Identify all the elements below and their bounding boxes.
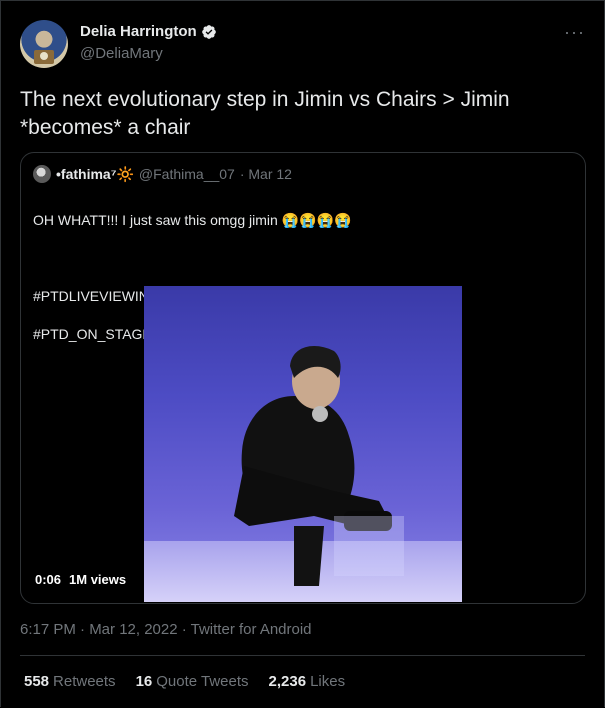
author-name-row: Delia Harrington [80, 23, 217, 40]
video-frame-illustration [144, 346, 462, 602]
quoted-tweet-text: OH WHATT!!! I just saw this omgg jimin 😭… [33, 212, 352, 228]
stats-divider-top [20, 655, 585, 656]
quote-tweets-label: Quote Tweets [156, 673, 249, 690]
video-info: 0:06 1M views [35, 572, 126, 587]
author-name[interactable]: Delia Harrington [80, 23, 197, 40]
tweet-header: Delia Harrington @DeliaMary ··· [20, 20, 591, 68]
video-views: 1M views [69, 572, 127, 587]
retweets-count: 558 [24, 673, 50, 690]
avatar-seal [40, 52, 48, 60]
retweets-stat[interactable]: 558 Retweets [24, 673, 116, 690]
quoted-tweet-header: •fathima⁷🔆 @Fathima__07 · Mar 12 [33, 165, 292, 183]
author-handle[interactable]: @DeliaMary [80, 45, 163, 62]
quoted-author-handle[interactable]: @Fathima__07 [139, 166, 235, 182]
quoted-tweet-date[interactable]: · Mar 12 [240, 166, 292, 182]
likes-stat[interactable]: 2,236 Likes [269, 673, 346, 690]
quoted-author-name[interactable]: •fathima⁷🔆 [56, 166, 134, 183]
likes-label: Likes [310, 673, 346, 690]
author-avatar[interactable] [20, 20, 68, 68]
video-media[interactable] [144, 286, 462, 602]
video-duration: 0:06 [35, 572, 62, 587]
retweets-label: Retweets [53, 673, 116, 690]
quoted-author-avatar[interactable] [33, 165, 51, 183]
verified-badge-icon [201, 24, 216, 39]
likes-count: 2,236 [268, 673, 307, 690]
quote-tweets-stat[interactable]: 16 Quote Tweets [136, 673, 249, 690]
tweet-timestamp[interactable]: 6:17 PM · Mar 12, 2022 · Twitter for And… [20, 621, 312, 638]
tweet-text: The next evolutionary step in Jimin vs C… [20, 88, 510, 139]
quoted-tweet-spacer [33, 249, 573, 268]
tweet-stats: 558 Retweets 16 Quote Tweets 2,236 Likes [24, 673, 345, 690]
more-options-icon[interactable]: ··· [564, 22, 585, 43]
quote-tweets-count: 16 [135, 673, 153, 690]
quoted-tweet[interactable]: •fathima⁷🔆 @Fathima__07 · Mar 12 OH WHAT… [20, 152, 586, 604]
